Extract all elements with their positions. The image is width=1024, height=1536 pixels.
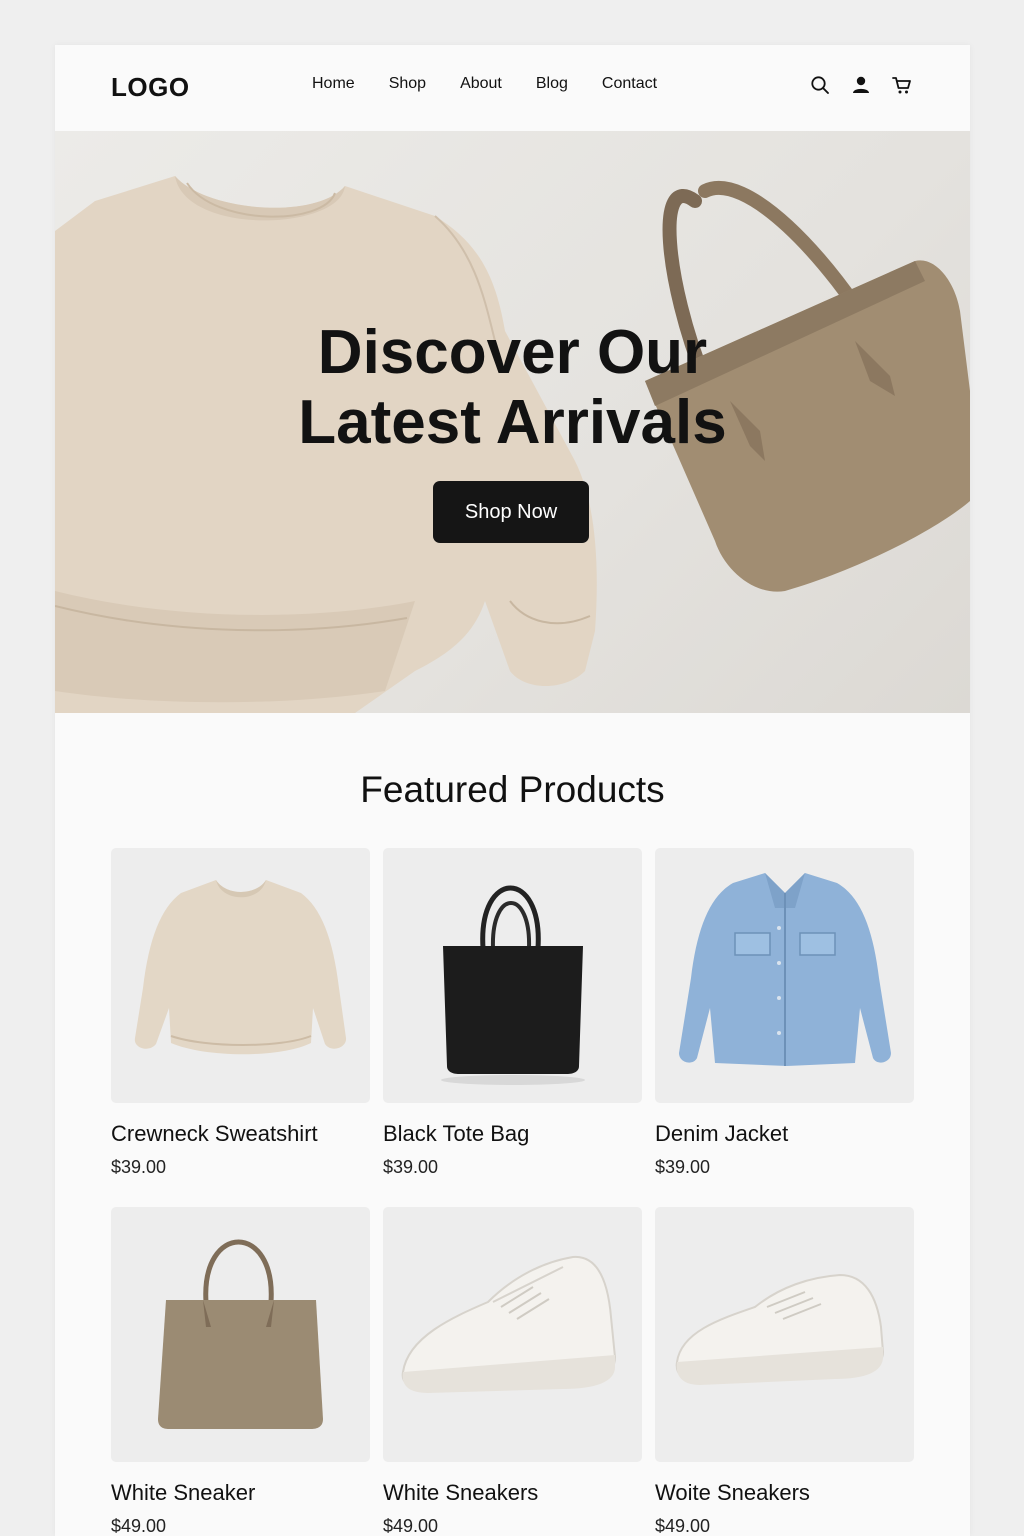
hero-title-line1: Discover Our [317,318,708,387]
header-icons [809,74,932,96]
nav-shop[interactable]: Shop [389,75,426,93]
product-card[interactable]: Woite Sneakers $49.00 [655,1207,914,1536]
product-price: $39.00 [655,1157,711,1177]
product-name[interactable]: White Sneakers [383,1480,642,1506]
product-card[interactable]: Black Tote Bag $39.00 [383,848,642,1178]
logo[interactable]: LOGO [111,72,190,103]
hero-title: Discover Our Latest Arrivals [55,318,970,458]
product-card[interactable]: White Sneakers $49.00 [383,1207,642,1536]
product-image-taupe-tote[interactable] [111,1207,370,1462]
cart-icon[interactable] [891,74,913,96]
product-price: $49.00 [383,1516,439,1536]
product-card[interactable]: Denim Jacket $39.00 [655,848,914,1178]
main-nav: Home Shop About Blog Contact [312,75,691,93]
hero-banner: Discover Our Latest Arrivals Shop Now [55,131,970,713]
product-price: $49.00 [111,1516,167,1536]
product-image-sweatshirt[interactable] [111,848,370,1103]
product-name[interactable]: Crewneck Sweatshirt [111,1121,370,1147]
product-name[interactable]: Woite Sneakers [655,1480,914,1506]
product-price: $39.00 [111,1157,167,1177]
hero-title-line2: Latest Arrivals [298,388,727,457]
search-icon[interactable] [809,74,831,96]
site-header: LOGO Home Shop About Blog Contact [55,45,970,131]
user-icon[interactable] [850,74,872,96]
nav-home[interactable]: Home [312,75,355,93]
product-card[interactable]: White Sneaker $49.00 [111,1207,370,1536]
product-name[interactable]: White Sneaker [111,1480,370,1506]
product-image-black-tote[interactable] [383,848,642,1103]
nav-contact[interactable]: Contact [602,75,657,93]
product-price: $39.00 [383,1157,439,1177]
product-name[interactable]: Black Tote Bag [383,1121,642,1147]
product-image-white-sneakers-2[interactable] [655,1207,914,1462]
nav-about[interactable]: About [460,75,502,93]
featured-title: Featured Products [360,769,665,810]
product-card[interactable]: Crewneck Sweatshirt $39.00 [111,848,370,1178]
page: LOGO Home Shop About Blog Contact Discov… [55,45,970,1536]
product-image-denim-jacket[interactable] [655,848,914,1103]
product-price: $49.00 [655,1516,711,1536]
nav-blog[interactable]: Blog [536,75,568,93]
product-image-white-sneakers[interactable] [383,1207,642,1462]
shop-now-button[interactable]: Shop Now [433,481,589,543]
product-name[interactable]: Denim Jacket [655,1121,914,1147]
